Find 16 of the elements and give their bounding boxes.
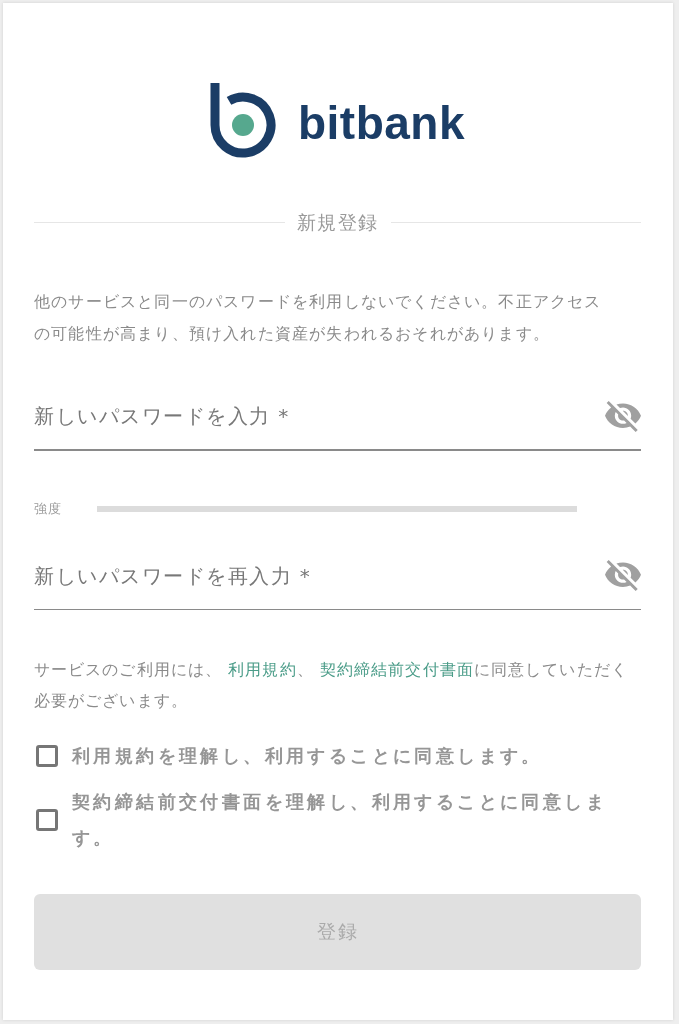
terms-link[interactable]: 契約締結前交付書面: [320, 660, 474, 679]
checkbox-label[interactable]: 利用規約を理解し、利用することに同意します。: [72, 738, 641, 774]
section-title: 新規登録: [296, 210, 379, 234]
terms-link[interactable]: 利用規約: [228, 660, 297, 679]
checkbox-label[interactable]: 契約締結前交付書面を理解し、利用することに同意します。: [72, 784, 641, 856]
strength-label: 強度: [34, 499, 62, 518]
eye-slash-icon[interactable]: [605, 560, 641, 591]
warning-notice: 他のサービスと同一のパスワードを利用しないでください。不正アクセスの可能性が高まり、預け入れた資産が失われるおそれがあります。: [34, 291, 603, 345]
logo-icon: [209, 83, 276, 158]
logo-wordmark: bitbank: [297, 95, 466, 146]
checkbox[interactable]: [36, 809, 58, 831]
checkbox[interactable]: [36, 745, 58, 767]
terms-notice: サービスのご利用には、 利用規約、 契約締結前交付書面に同意していただく必要がございます。: [34, 659, 629, 712]
password-field[interactable]: 新しいパスワードを入力 *: [34, 393, 597, 439]
eye-slash-icon[interactable]: [605, 400, 641, 432]
password-field[interactable]: 新しいパスワードを再入力 *: [34, 552, 597, 599]
